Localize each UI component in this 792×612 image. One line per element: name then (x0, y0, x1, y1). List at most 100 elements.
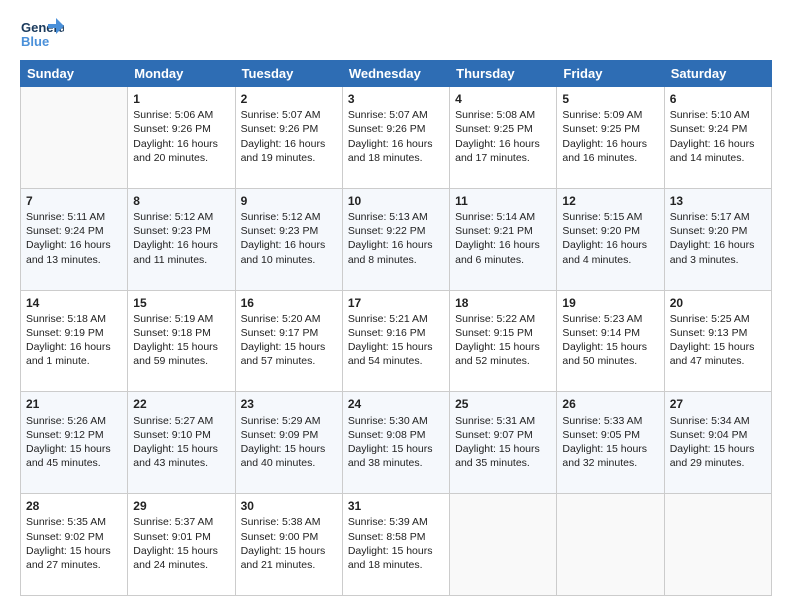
day-number: 14 (26, 295, 122, 311)
weekday-header: Saturday (664, 61, 771, 87)
day-info: Sunrise: 5:35 AM (26, 515, 122, 529)
calendar-cell: 31Sunrise: 5:39 AMSunset: 8:58 PMDayligh… (342, 494, 449, 596)
day-number: 6 (670, 91, 766, 107)
calendar-cell: 18Sunrise: 5:22 AMSunset: 9:15 PMDayligh… (450, 290, 557, 392)
day-info: and 8 minutes. (348, 253, 444, 267)
weekday-header: Tuesday (235, 61, 342, 87)
calendar-cell (21, 87, 128, 189)
day-info: Sunrise: 5:10 AM (670, 108, 766, 122)
day-info: Sunrise: 5:08 AM (455, 108, 551, 122)
day-info: Daylight: 15 hours (348, 340, 444, 354)
day-number: 3 (348, 91, 444, 107)
day-info: Daylight: 15 hours (133, 544, 229, 558)
day-info: Daylight: 15 hours (133, 340, 229, 354)
calendar-cell: 30Sunrise: 5:38 AMSunset: 9:00 PMDayligh… (235, 494, 342, 596)
day-number: 4 (455, 91, 551, 107)
day-info: Sunset: 9:07 PM (455, 428, 551, 442)
day-info: Sunset: 9:19 PM (26, 326, 122, 340)
day-info: Daylight: 15 hours (455, 442, 551, 456)
calendar-cell: 5Sunrise: 5:09 AMSunset: 9:25 PMDaylight… (557, 87, 664, 189)
day-info: Sunset: 9:26 PM (133, 122, 229, 136)
day-info: Daylight: 16 hours (455, 238, 551, 252)
calendar-cell: 29Sunrise: 5:37 AMSunset: 9:01 PMDayligh… (128, 494, 235, 596)
day-info: Sunrise: 5:20 AM (241, 312, 337, 326)
day-info: Sunset: 9:25 PM (562, 122, 658, 136)
calendar-header: SundayMondayTuesdayWednesdayThursdayFrid… (21, 61, 772, 87)
calendar-cell: 24Sunrise: 5:30 AMSunset: 9:08 PMDayligh… (342, 392, 449, 494)
day-info: Sunset: 9:10 PM (133, 428, 229, 442)
day-info: Sunset: 9:14 PM (562, 326, 658, 340)
day-number: 9 (241, 193, 337, 209)
day-number: 17 (348, 295, 444, 311)
weekday-row: SundayMondayTuesdayWednesdayThursdayFrid… (21, 61, 772, 87)
day-info: Sunrise: 5:12 AM (133, 210, 229, 224)
calendar-cell: 7Sunrise: 5:11 AMSunset: 9:24 PMDaylight… (21, 188, 128, 290)
calendar-cell (664, 494, 771, 596)
calendar-cell: 25 Sunrise: 5:31 AMSunset: 9:07 PMDayligh… (450, 392, 557, 494)
day-info: Daylight: 15 hours (26, 442, 122, 456)
day-info: Sunset: 8:58 PM (348, 530, 444, 544)
day-info: Sunset: 9:22 PM (348, 224, 444, 238)
day-info: Daylight: 16 hours (133, 238, 229, 252)
day-info: Sunrise: 5:33 AM (562, 414, 658, 428)
day-info: Sunrise: 5:31 AM (455, 414, 551, 428)
header: General Blue (20, 16, 772, 52)
day-info: and 24 minutes. (133, 558, 229, 572)
calendar-cell: 11Sunrise: 5:14 AMSunset: 9:21 PMDayligh… (450, 188, 557, 290)
day-info: and 4 minutes. (562, 253, 658, 267)
day-info: and 14 minutes. (670, 151, 766, 165)
day-info: and 18 minutes. (348, 558, 444, 572)
day-info: Daylight: 16 hours (133, 137, 229, 151)
day-info: Daylight: 15 hours (348, 544, 444, 558)
day-info: Sunset: 9:01 PM (133, 530, 229, 544)
day-info: and 57 minutes. (241, 354, 337, 368)
day-info: and 20 minutes. (133, 151, 229, 165)
weekday-header: Sunday (21, 61, 128, 87)
day-info: and 35 minutes. (455, 456, 551, 470)
weekday-header: Thursday (450, 61, 557, 87)
day-info: Sunrise: 5:19 AM (133, 312, 229, 326)
page: General Blue SundayMondayTuesdayWednesda… (0, 0, 792, 612)
day-number: 26 (562, 396, 658, 412)
calendar-cell: 17Sunrise: 5:21 AMSunset: 9:16 PMDayligh… (342, 290, 449, 392)
day-info: and 40 minutes. (241, 456, 337, 470)
logo-icon: General Blue (20, 16, 64, 52)
day-info: Sunrise: 5:22 AM (455, 312, 551, 326)
day-info: and 59 minutes. (133, 354, 229, 368)
day-info: and 13 minutes. (26, 253, 122, 267)
day-info: Daylight: 15 hours (455, 340, 551, 354)
day-info: and 18 minutes. (348, 151, 444, 165)
day-number: 10 (348, 193, 444, 209)
day-info: Sunrise: 5:07 AM (348, 108, 444, 122)
day-number: 29 (133, 498, 229, 514)
calendar-cell: 27Sunrise: 5:34 AMSunset: 9:04 PMDayligh… (664, 392, 771, 494)
day-info: Sunrise: 5:09 AM (562, 108, 658, 122)
calendar-cell: 21Sunrise: 5:26 AMSunset: 9:12 PMDayligh… (21, 392, 128, 494)
day-info: Daylight: 16 hours (670, 137, 766, 151)
day-info: Sunrise: 5:29 AM (241, 414, 337, 428)
day-info: Sunset: 9:05 PM (562, 428, 658, 442)
day-info: Sunrise: 5:37 AM (133, 515, 229, 529)
day-number: 12 (562, 193, 658, 209)
day-info: Daylight: 16 hours (26, 238, 122, 252)
day-number: 30 (241, 498, 337, 514)
day-info: Sunrise: 5:15 AM (562, 210, 658, 224)
day-info: Sunset: 9:21 PM (455, 224, 551, 238)
day-info: and 43 minutes. (133, 456, 229, 470)
day-info: Sunrise: 5:12 AM (241, 210, 337, 224)
day-info: Daylight: 16 hours (241, 238, 337, 252)
day-info: Sunrise: 5:30 AM (348, 414, 444, 428)
calendar-week-row: 21Sunrise: 5:26 AMSunset: 9:12 PMDayligh… (21, 392, 772, 494)
day-info: Sunset: 9:23 PM (133, 224, 229, 238)
day-info: Daylight: 15 hours (26, 544, 122, 558)
day-info: and 27 minutes. (26, 558, 122, 572)
day-info: and 50 minutes. (562, 354, 658, 368)
day-info: Sunrise: 5:25 AM (670, 312, 766, 326)
weekday-header: Monday (128, 61, 235, 87)
calendar-cell: 6Sunrise: 5:10 AMSunset: 9:24 PMDaylight… (664, 87, 771, 189)
day-number: 23 (241, 396, 337, 412)
day-number: 25 (455, 396, 551, 412)
day-info: Sunset: 9:18 PM (133, 326, 229, 340)
day-info: Sunset: 9:20 PM (562, 224, 658, 238)
day-info: and 1 minute. (26, 354, 122, 368)
